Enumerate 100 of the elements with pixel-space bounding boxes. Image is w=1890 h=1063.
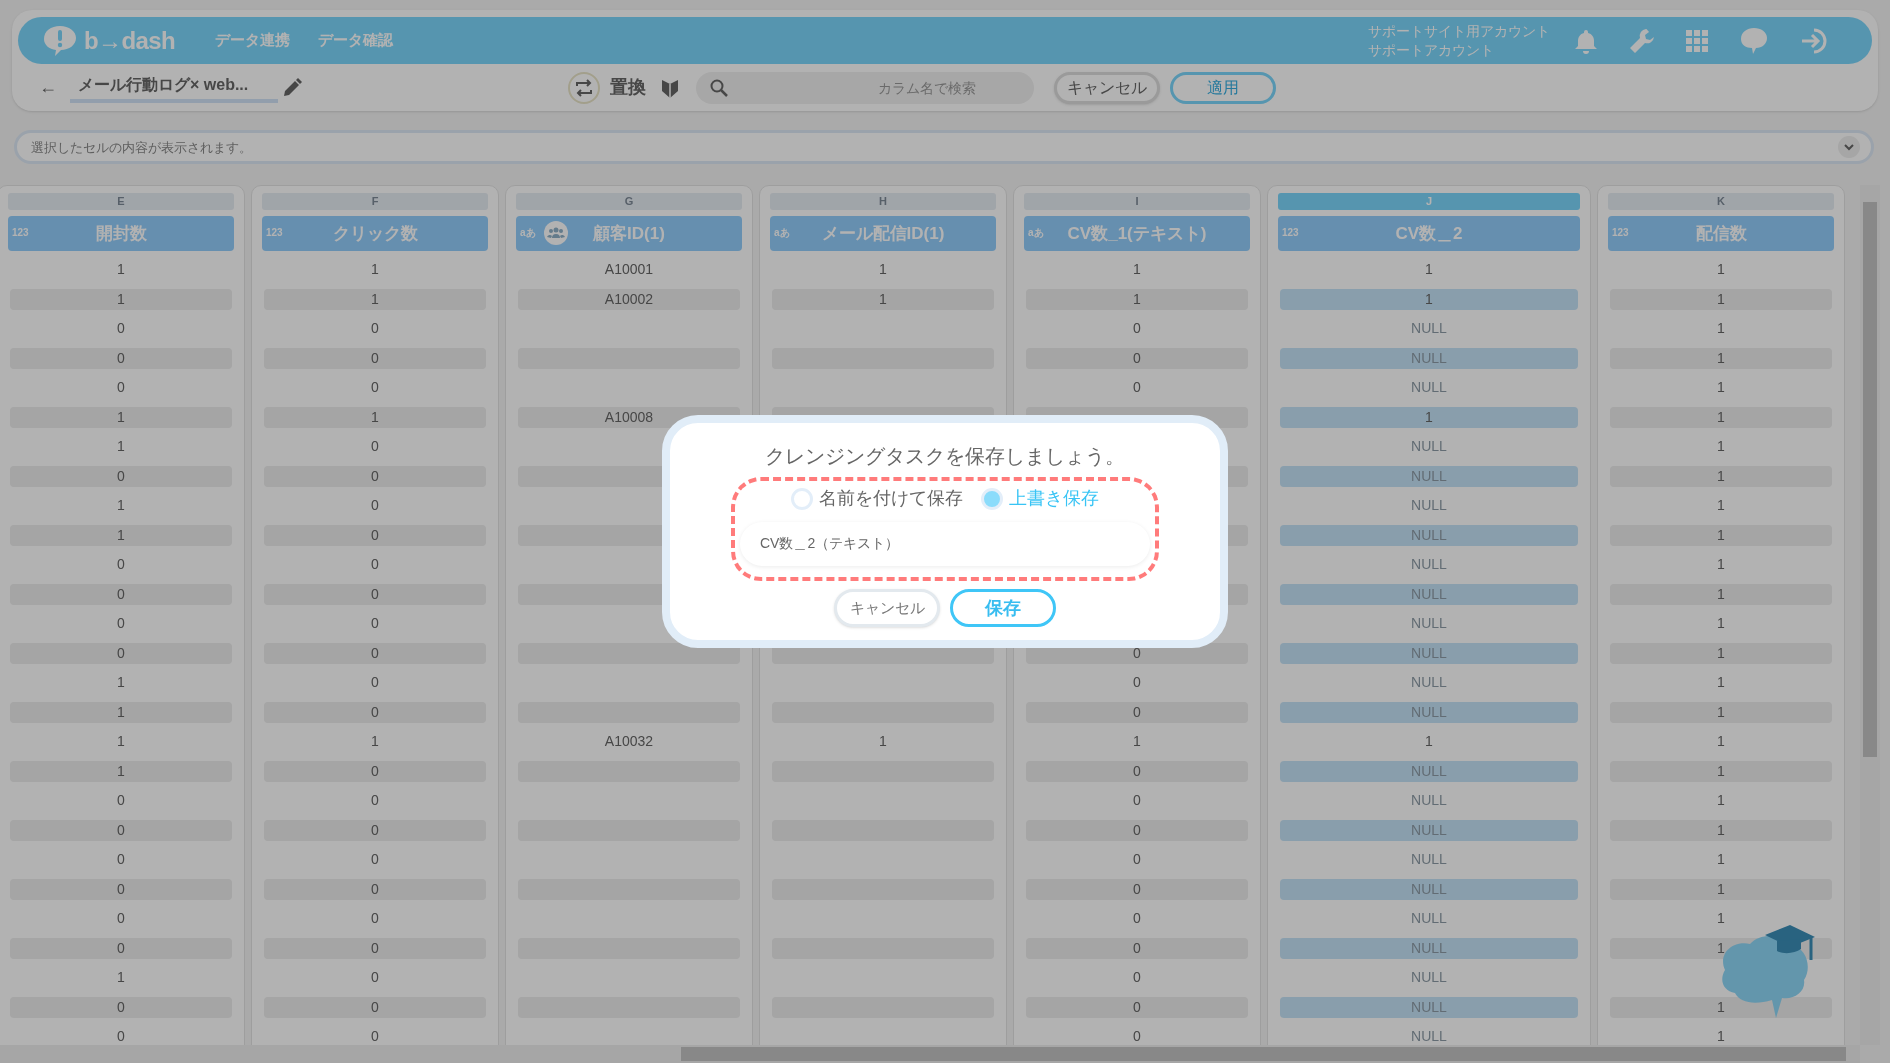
table-cell: 0: [264, 937, 486, 959]
table-cell: 0: [264, 760, 486, 782]
table-cell: 1: [1610, 760, 1832, 782]
wrench-icon[interactable]: [1628, 26, 1656, 55]
table-cell-text: NULL: [1410, 437, 1448, 457]
nav-link[interactable]: データ確認: [318, 29, 394, 52]
table-cell-text: 1: [1716, 378, 1726, 398]
chevron-down-icon[interactable]: [1838, 136, 1860, 158]
table-cell: 1: [1280, 288, 1578, 310]
table-cell-text: 1: [370, 260, 380, 280]
name-field[interactable]: CV数＿2（テキスト）: [740, 522, 1150, 566]
table-cell-text: 0: [116, 555, 126, 575]
file-title[interactable]: メール行動ログ× web...: [78, 75, 249, 93]
back-button[interactable]: ←: [36, 74, 60, 101]
cancel-button[interactable]: キャンセル: [1054, 71, 1161, 104]
pencil-icon[interactable]: [282, 77, 303, 98]
table-cell: 1: [1610, 406, 1832, 428]
table-cell-text: NULL: [1410, 378, 1448, 398]
table-cell: 0: [264, 642, 486, 664]
table-cell: 0: [10, 583, 232, 605]
table-cell: 1: [1610, 819, 1832, 841]
search-icon: [710, 78, 729, 97]
table-cell: 0: [264, 819, 486, 841]
table-cell: 0: [1026, 347, 1248, 369]
table-cell: 1: [1280, 406, 1578, 428]
column-name: 配信数: [1695, 222, 1747, 245]
nav-link[interactable]: データ連携: [215, 29, 291, 52]
table-cell-text: NULL: [1410, 319, 1448, 339]
table-cell-text: NULL: [1410, 791, 1448, 811]
radio-option[interactable]: 名前を付けて保存: [791, 485, 963, 512]
column-letter[interactable]: G: [516, 193, 742, 210]
replace-icon[interactable]: [568, 71, 601, 104]
column-header[interactable]: 123 クリック数: [262, 216, 488, 251]
column-name: 開封数: [95, 222, 147, 245]
horizontal-scrollbar[interactable]: [0, 1045, 1860, 1063]
speech-bubble-icon[interactable]: [1738, 25, 1770, 56]
table-cell: 1: [1610, 465, 1832, 487]
table-cell-text: 0: [370, 1027, 380, 1045]
table-cell: A10002: [518, 288, 740, 310]
table-cell: 0: [264, 701, 486, 723]
column-letter[interactable]: K: [1608, 193, 1834, 210]
table-cell-text: A10032: [603, 732, 655, 752]
table-cell: 0: [1026, 996, 1248, 1018]
table-cell-text: NULL: [1410, 909, 1448, 929]
table-cell-text: 1: [1716, 496, 1726, 516]
apply-button[interactable]: 適用: [1170, 71, 1277, 104]
column-letter[interactable]: J: [1278, 193, 1580, 210]
radio-option[interactable]: 上書き保存: [981, 485, 1099, 512]
table-cell: 1: [10, 760, 232, 782]
table-cell-text: 0: [116, 791, 126, 811]
table-cell: 1: [10, 701, 232, 723]
table-cell: 1: [264, 288, 486, 310]
group-icon[interactable]: [544, 221, 568, 245]
table-cell-text: NULL: [1410, 968, 1448, 988]
vertical-scrollbar[interactable]: [1860, 185, 1880, 1045]
table-cell-text: 1: [1716, 319, 1726, 339]
cancel-button[interactable]: キャンセル: [834, 589, 940, 627]
table-cell-text: 0: [116, 850, 126, 870]
table-cell: 0: [10, 347, 232, 369]
column-header[interactable]: aあ CV数_1(テキスト): [1024, 216, 1250, 251]
table-cell: 1: [1610, 288, 1832, 310]
table-cell: NULL: [1280, 347, 1578, 369]
table-cell-text: 0: [116, 614, 126, 634]
column-letter[interactable]: I: [1024, 193, 1250, 210]
table-cell: 0: [264, 465, 486, 487]
table-cell-text: 0: [1132, 1027, 1142, 1045]
save-button[interactable]: 保存: [950, 589, 1056, 627]
cell-preview-field[interactable]: 選択したセルの内容が表示されます。: [14, 130, 1874, 164]
table-cell-text: 0: [370, 791, 380, 811]
table-cell-text: 0: [1132, 378, 1142, 398]
table-cell-text: NULL: [1410, 614, 1448, 634]
column-letter[interactable]: F: [262, 193, 488, 210]
table-cell: 0: [10, 937, 232, 959]
table-cell-text: 0: [1132, 791, 1142, 811]
column-header[interactable]: aあ 顧客ID(1): [516, 216, 742, 251]
search-field[interactable]: カラム名で検索: [696, 71, 1035, 104]
column-letter[interactable]: E: [8, 193, 234, 210]
type-icon: 123: [266, 225, 283, 240]
bell-icon[interactable]: [1574, 27, 1598, 54]
table-cell-text: A10001: [603, 260, 655, 280]
table-cell-text: 1: [1716, 614, 1726, 634]
column-header[interactable]: 123 配信数: [1608, 216, 1834, 251]
table-cell: 0: [10, 819, 232, 841]
table-cell: 1: [1610, 642, 1832, 664]
table-cell-text: 1: [1716, 260, 1726, 280]
column-letter[interactable]: H: [770, 193, 996, 210]
column-header[interactable]: aあ メール配信ID(1): [770, 216, 996, 251]
table-cell-text: 1: [1716, 909, 1726, 929]
column-header[interactable]: 123 開封数: [8, 216, 234, 251]
logo-text[interactable]: b→dash: [84, 22, 176, 59]
replace-label[interactable]: 置換: [610, 74, 647, 101]
type-icon: 123: [1612, 225, 1629, 240]
type-icon: aあ: [774, 225, 790, 240]
column-name: CV数＿2: [1395, 222, 1463, 245]
table-cell: 0: [10, 996, 232, 1018]
column-header[interactable]: 123 CV数＿2: [1278, 216, 1580, 251]
apps-grid-icon[interactable]: [1686, 29, 1708, 52]
table-cell-text: 1: [1424, 732, 1434, 752]
table-cell: 1: [1610, 878, 1832, 900]
table-cell-text: NULL: [1410, 1027, 1448, 1045]
